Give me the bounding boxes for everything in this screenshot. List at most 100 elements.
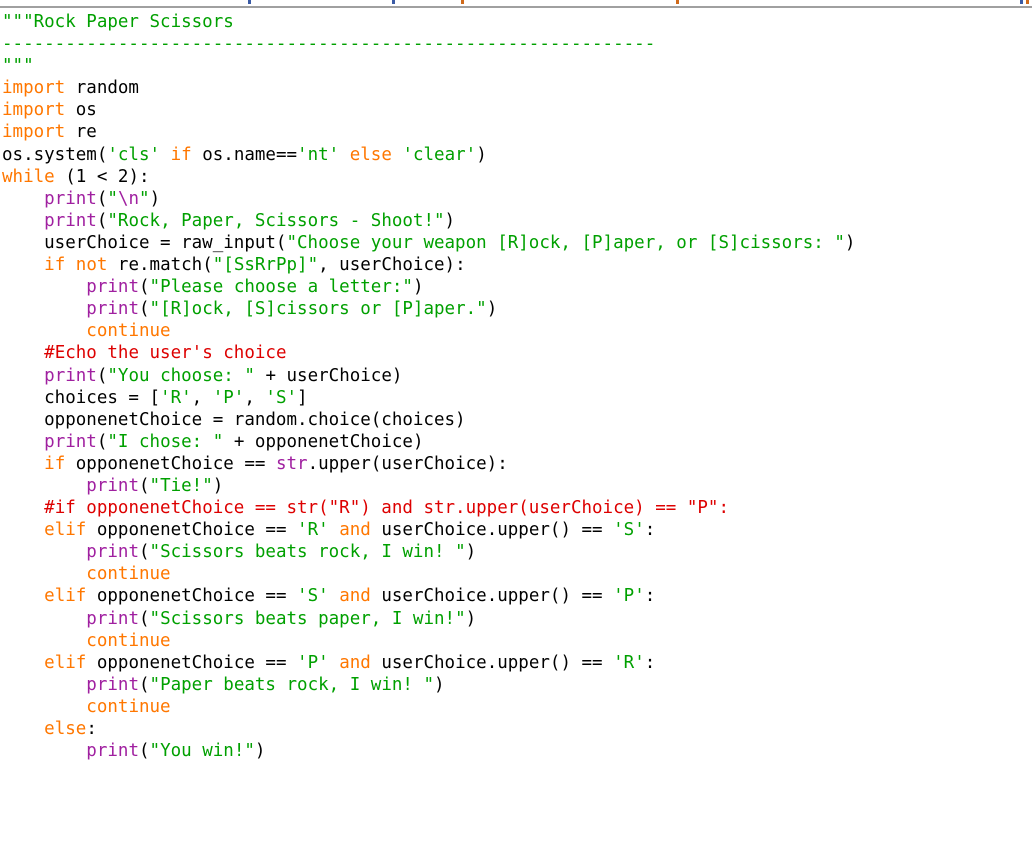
code-line[interactable]: #Echo the user's choice	[2, 342, 1032, 364]
code-token-str: "You choose: "	[107, 365, 255, 386]
code-token-def: print	[86, 299, 139, 320]
toolbar-icon-stub[interactable]	[461, 0, 464, 4]
code-token-kw: not	[75, 255, 108, 276]
toolbar-icon-stub[interactable]	[1026, 0, 1029, 4]
code-line[interactable]: print("Scissors beats paper, I win!")	[2, 608, 1032, 630]
code-line[interactable]: print("[R]ock, [S]cissors or [P]aper.")	[2, 298, 1032, 320]
code-token-kw: while	[2, 166, 55, 187]
code-line[interactable]: while (1 < 2):	[2, 166, 1032, 188]
code-line[interactable]: print("Please choose a letter:")	[2, 276, 1032, 298]
toolbar-icon-stub[interactable]	[248, 0, 251, 4]
code-token-str: "I chose: "	[107, 431, 224, 452]
code-token-kw: continue	[86, 564, 171, 585]
code-token-plain: ,	[244, 387, 266, 408]
code-token-plain: :	[644, 652, 656, 673]
code-token-str: "Choose your weapon [R]ock, [P]aper, or …	[286, 232, 845, 253]
code-token-str: 'S'	[297, 586, 329, 607]
code-line[interactable]: if not re.match("[SsRrPp]", userChoice):	[2, 254, 1032, 276]
code-token-str: "Tie!"	[149, 475, 213, 496]
code-token-plain: os.name==	[191, 144, 298, 165]
code-line[interactable]: print("\n")	[2, 188, 1032, 210]
code-token-plain: opponenetChoice = random.choice(choices)	[2, 409, 466, 430]
code-token-kw: if	[170, 144, 192, 165]
code-token-plain: choices = [	[2, 387, 161, 408]
code-line[interactable]: import os	[2, 99, 1032, 121]
code-line[interactable]: elif opponenetChoice == 'R' and userChoi…	[2, 519, 1032, 541]
code-line[interactable]: #if opponenetChoice == str("R") and str.…	[2, 497, 1032, 519]
code-token-def: print	[44, 365, 97, 386]
code-line[interactable]: """	[2, 55, 1032, 77]
code-token-str: "You win!"	[149, 741, 255, 762]
toolbar-icon-stub[interactable]	[1020, 0, 1023, 4]
code-token-esc: \n	[117, 188, 140, 209]
code-token-plain: )	[844, 232, 856, 253]
code-token-plain: re.match(	[107, 255, 213, 276]
code-line[interactable]: print("You win!")	[2, 740, 1032, 762]
code-token-plain: )	[486, 299, 498, 320]
code-token-plain: userChoice.upper() ==	[370, 520, 614, 541]
code-token-plain: )	[444, 210, 456, 231]
code-token-plain: (	[96, 431, 108, 452]
code-token-kw: elif	[44, 586, 87, 607]
code-line[interactable]: print("Tie!")	[2, 475, 1032, 497]
code-token-def: print	[86, 608, 139, 629]
code-line[interactable]: """Rock Paper Scissors	[2, 11, 1032, 33]
code-line[interactable]: elif opponenetChoice == 'S' and userChoi…	[2, 585, 1032, 607]
code-token-plain: re	[65, 122, 97, 143]
code-token-plain: random	[65, 78, 139, 99]
code-token-kw: continue	[86, 321, 171, 342]
code-token-plain: , userChoice):	[318, 255, 466, 276]
code-token-def: print	[44, 431, 97, 452]
source-code-text[interactable]: """Rock Paper Scissors -----------------…	[0, 8, 1032, 762]
code-token-plain: userChoice.upper() ==	[370, 586, 614, 607]
code-token-plain: opponenetChoice ==	[86, 586, 298, 607]
code-line[interactable]: ----------------------------------------…	[2, 33, 1032, 55]
code-token-kw: else	[44, 719, 87, 739]
code-token-plain: (	[138, 674, 150, 695]
code-token-plain: + opponenetChoice)	[223, 431, 424, 452]
code-line[interactable]: os.system('cls' if os.name=='nt' else 'c…	[2, 144, 1032, 166]
code-token-plain: (	[96, 365, 108, 386]
code-line[interactable]: print("Rock, Paper, Scissors - Shoot!")	[2, 210, 1032, 232]
code-token-plain: (	[96, 210, 108, 231]
toolbar-icon-stub[interactable]	[392, 0, 395, 4]
code-line[interactable]: continue	[2, 696, 1032, 718]
code-line[interactable]: print("Paper beats rock, I win! ")	[2, 674, 1032, 696]
code-token-plain: (	[138, 542, 150, 563]
code-line[interactable]: continue	[2, 630, 1032, 652]
code-token-plain: )	[465, 542, 477, 563]
code-token-plain: opponenetChoice ==	[86, 520, 298, 541]
code-line[interactable]: elif opponenetChoice == 'P' and userChoi…	[2, 652, 1032, 674]
code-line[interactable]: continue	[2, 320, 1032, 342]
toolbar-icon-stub[interactable]	[676, 0, 679, 4]
code-token-plain: (	[138, 608, 150, 629]
code-line[interactable]: print("I chose: " + opponenetChoice)	[2, 431, 1032, 453]
code-token-builtin: str	[275, 453, 308, 474]
code-token-plain: ]	[297, 387, 308, 408]
code-line[interactable]: userChoice = raw_input("Choose your weap…	[2, 232, 1032, 254]
code-line[interactable]: if opponenetChoice == str.upper(userChoi…	[2, 453, 1032, 475]
code-token-kw: and	[339, 652, 371, 673]
code-line[interactable]: opponenetChoice = random.choice(choices)	[2, 409, 1032, 431]
code-line[interactable]: else:	[2, 718, 1032, 740]
code-line[interactable]: print("You choose: " + userChoice)	[2, 365, 1032, 387]
code-line[interactable]: import re	[2, 121, 1032, 143]
code-token-str: "Rock, Paper, Scissors - Shoot!"	[107, 210, 445, 231]
code-line[interactable]: choices = ['R', 'P', 'S']	[2, 387, 1032, 409]
code-token-str: "[SsRrPp]"	[212, 255, 319, 276]
code-line[interactable]: continue	[2, 563, 1032, 585]
code-editor-pane[interactable]: """Rock Paper Scissors -----------------…	[0, 8, 1032, 863]
code-token-str: 'R'	[613, 652, 645, 673]
code-token-plain: .upper(userChoice):	[307, 453, 508, 474]
code-line[interactable]: print("Scissors beats rock, I win! ")	[2, 541, 1032, 563]
code-line[interactable]: import random	[2, 77, 1032, 99]
